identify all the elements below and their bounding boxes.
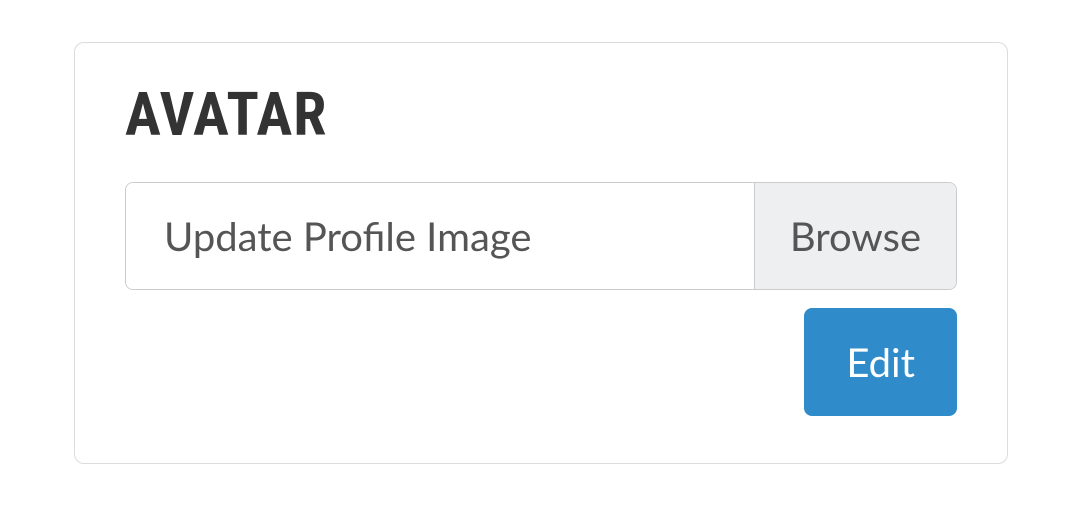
profile-image-input[interactable] — [126, 183, 754, 289]
edit-button[interactable]: Edit — [804, 308, 957, 416]
avatar-section-title: AVATAR — [125, 79, 957, 150]
file-input-group: Browse — [125, 182, 957, 290]
avatar-card: AVATAR Browse Edit — [74, 42, 1008, 464]
browse-button[interactable]: Browse — [754, 183, 956, 289]
actions-row: Edit — [125, 308, 957, 416]
